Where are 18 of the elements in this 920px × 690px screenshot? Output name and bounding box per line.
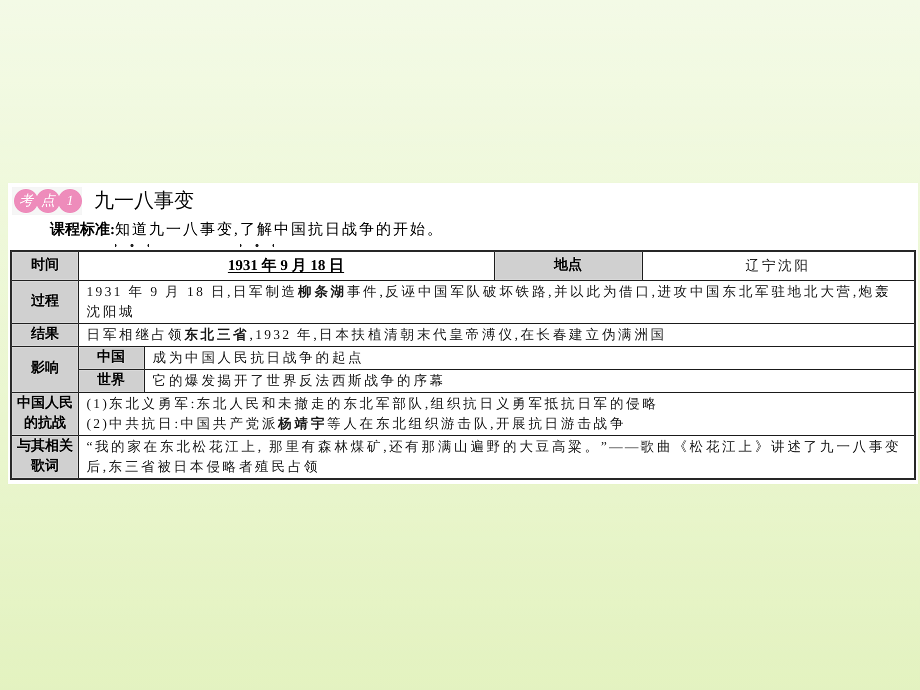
cell-text: 日军相继占领东北三省,1932 年,日本扶植清朝末代皇帝溥仪,在长春建立伪满洲国 — [86, 326, 668, 344]
cell-text: 1931 年 9 月 18 日,日军制造柳条湖事件,反诬中国军队破坏铁路,并以此为借口,进攻中国东北军驻地北大营,炮轰沈阳城 — [86, 282, 892, 320]
cell-text: (2)中共抗日:中国共产党派杨靖宇等人在东北组织游击队,开展抗日游击战争 — [86, 414, 628, 433]
cell-text: “我的家在东北松花江上, 那里有森林煤矿,还有那满山遍野的大豆高粱。”——歌曲《松花江上》讲述了九一八事变后,东三省被日本侵略者殖民占领 — [86, 438, 903, 476]
row-header: 过程 — [11, 280, 78, 323]
topic-badge: 考 点 1 — [12, 187, 82, 215]
section-title: 九一八事变 — [94, 189, 194, 214]
row-header: 地点 — [494, 250, 642, 280]
row-header: 结果 — [11, 323, 78, 346]
cell-text: (1)东北义勇军:东北人民和未撤走的东北军部队,组织抗日义勇军抵抗日军的侵略 — [86, 394, 660, 413]
course-standard: 课程标准:知道 九一八事变,了解中国抗日战争的开始。 — [10, 219, 916, 248]
sub-header: 世界 — [78, 369, 144, 392]
row-header: 时间 — [11, 250, 78, 280]
sub-header: 中国 — [78, 346, 144, 369]
row-header: 与其相关歌词 — [11, 435, 78, 478]
row-header: 中国人民的抗战 — [11, 392, 78, 435]
date-text: 1931 年 9 月 18 日 — [228, 258, 344, 274]
row-header: 影响 — [11, 346, 78, 392]
